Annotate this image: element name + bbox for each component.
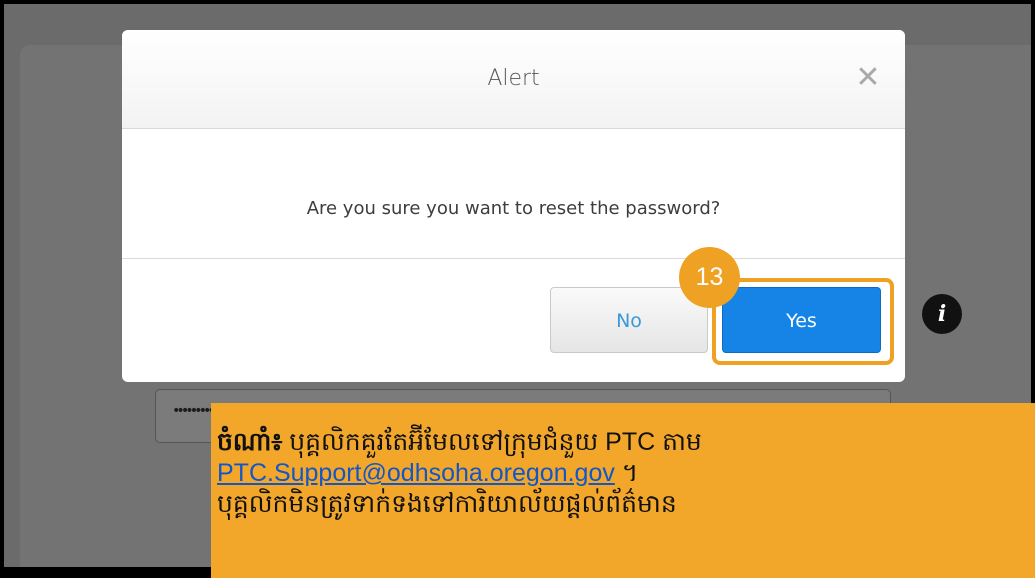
step-number-badge: 13 bbox=[679, 247, 740, 308]
dialog-title: Alert bbox=[487, 66, 540, 91]
note-line-1: ចំណាំ៖ បុគ្គលិកគួរតែអ៊ីមែលទៅក្រុមជំនួយ P… bbox=[217, 427, 1035, 458]
note-line-2: PTC.Support@odhsoha.oregon.gov ។ bbox=[217, 458, 1035, 489]
note-line-3: បុគ្គលិកមិនត្រូវទាក់ទងទៅការិយាល័យផ្តល់ព័… bbox=[217, 490, 677, 518]
dialog-header: Alert ✕ bbox=[122, 30, 905, 129]
info-icon[interactable]: i bbox=[922, 294, 962, 334]
step-highlight-box bbox=[712, 278, 894, 365]
note-text-2: ។ bbox=[614, 459, 639, 487]
close-icon[interactable]: ✕ bbox=[853, 63, 883, 93]
dialog-body: Are you sure you want to reset the passw… bbox=[122, 129, 905, 259]
dialog-message: Are you sure you want to reset the passw… bbox=[306, 198, 721, 219]
note-callout: ចំណាំ៖ បុគ្គលិកគួរតែអ៊ីមែលទៅក្រុមជំនួយ P… bbox=[211, 403, 1035, 578]
note-text-1: បុគ្គលិកគួរតែអ៊ីមែលទៅក្រុមជំនួយ PTC តាម bbox=[282, 428, 702, 456]
support-email-link[interactable]: PTC.Support@odhsoha.oregon.gov bbox=[217, 459, 615, 487]
no-button[interactable]: No bbox=[550, 287, 708, 353]
note-label: ចំណាំ៖ bbox=[217, 428, 283, 456]
